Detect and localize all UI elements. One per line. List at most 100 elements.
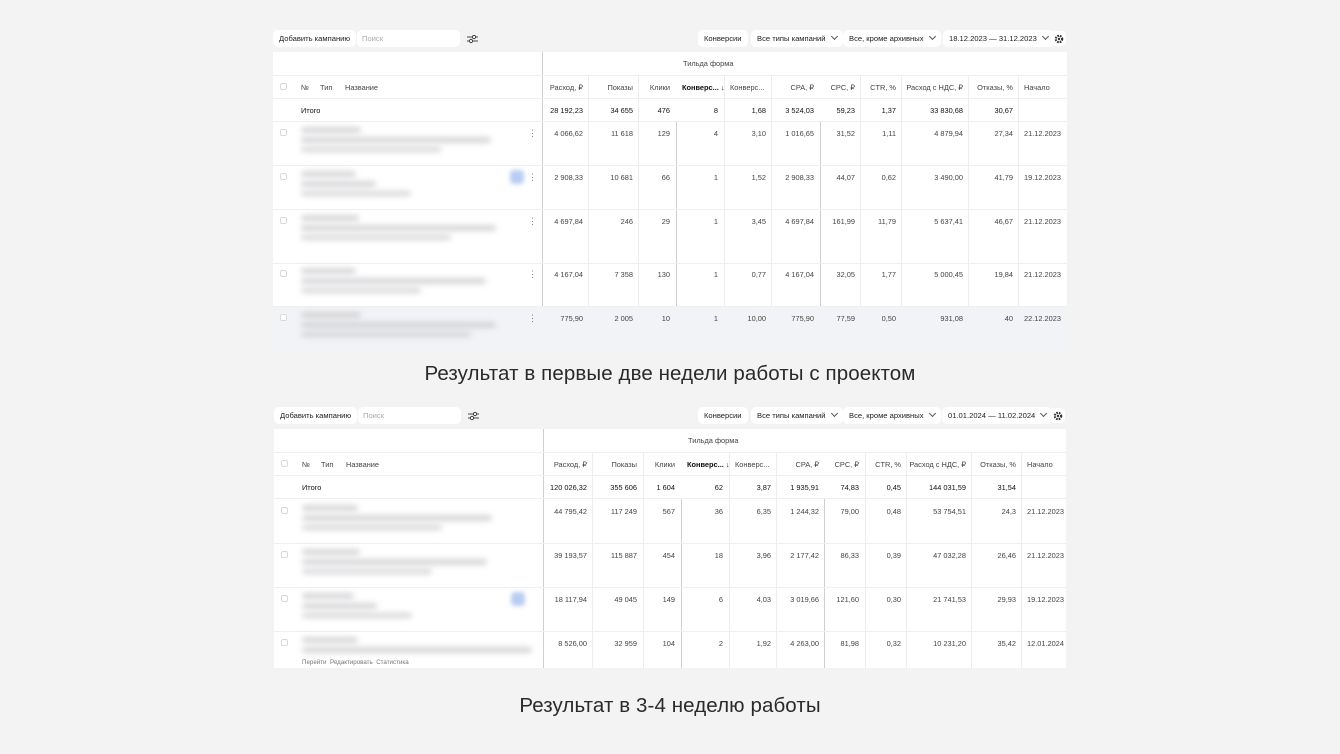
col-header-cpc[interactable]: CPC, ₽ bbox=[818, 83, 855, 92]
row-divider bbox=[273, 209, 1067, 210]
cell-conversions: 1 bbox=[713, 173, 718, 182]
col-header-cpa[interactable]: CPA, ₽ bbox=[773, 460, 819, 469]
cell-clicks: 10 bbox=[661, 314, 670, 323]
total-cell: 62 bbox=[714, 483, 723, 492]
cell-clicks: 149 bbox=[662, 595, 675, 604]
goal-header-label: Тильда форма bbox=[683, 59, 734, 68]
total-cell: 8 bbox=[713, 106, 718, 115]
add-campaign-button[interactable]: Добавить кампанию bbox=[273, 30, 357, 47]
gear-icon[interactable] bbox=[1051, 31, 1066, 46]
cell-start: 19.12.2023 bbox=[1024, 173, 1061, 182]
campaign-name-blurred bbox=[301, 127, 361, 133]
row-checkbox[interactable] bbox=[281, 595, 288, 602]
col-header-conversions[interactable]: Конверс... ↓ bbox=[687, 460, 730, 469]
row-checkbox[interactable] bbox=[281, 639, 288, 646]
row-divider bbox=[273, 121, 1067, 122]
col-header-no[interactable]: № bbox=[302, 460, 310, 469]
cell-cpa: 4 263,00 bbox=[790, 639, 819, 648]
col-header-spend-vat[interactable]: Расход с НДС, ₽ bbox=[901, 83, 963, 92]
campaign-name-blurred bbox=[302, 603, 377, 609]
goal-header-row: Тильда форма bbox=[274, 436, 1066, 450]
cell-bounce: 29,93 bbox=[997, 595, 1017, 604]
col-header-clicks[interactable]: Клики bbox=[633, 83, 670, 92]
row-checkbox[interactable] bbox=[281, 507, 288, 514]
archive-filter-select[interactable]: Все, кроме архивных bbox=[843, 30, 941, 47]
campaign-name-blurred bbox=[301, 322, 496, 328]
col-header-conversions[interactable]: Конверс... ↓ bbox=[682, 83, 725, 92]
archive-filter-label: Все, кроме архивных bbox=[849, 411, 924, 420]
filter-settings-icon[interactable] bbox=[466, 408, 481, 423]
col-header-type[interactable]: Тип bbox=[321, 460, 333, 469]
total-cell: 144 031,59 bbox=[929, 483, 966, 492]
gear-icon[interactable] bbox=[1050, 408, 1065, 423]
col-header-cpc[interactable]: CPC, ₽ bbox=[822, 460, 859, 469]
cell-spend-vat: 10 231,20 bbox=[933, 639, 966, 648]
cell-spend-vat: 21 741,53 bbox=[933, 595, 966, 604]
row-divider bbox=[273, 263, 1067, 264]
col-header-impressions[interactable]: Показы bbox=[585, 83, 633, 92]
row-checkbox[interactable] bbox=[280, 217, 287, 224]
cell-conversion-rate: 3,10 bbox=[751, 129, 766, 138]
col-header-conversion-rate[interactable]: Конверс... bbox=[735, 460, 769, 469]
col-header-type[interactable]: Тип bbox=[320, 83, 332, 92]
col-header-ctr[interactable]: CTR, % bbox=[863, 460, 901, 469]
cell-conversion-rate: 4,03 bbox=[756, 595, 771, 604]
campaign-name-blurred bbox=[302, 593, 354, 599]
cell-clicks: 454 bbox=[662, 551, 675, 560]
row-checkbox[interactable] bbox=[280, 270, 287, 277]
row-checkbox[interactable] bbox=[280, 173, 287, 180]
col-header-ctr[interactable]: CTR, % bbox=[858, 83, 896, 92]
col-header-no[interactable]: № bbox=[301, 83, 309, 92]
add-campaign-button[interactable]: Добавить кампанию bbox=[274, 407, 358, 424]
col-header-bounce[interactable]: Отказы, % bbox=[971, 460, 1016, 469]
conversions-button[interactable]: Конверсии bbox=[698, 30, 748, 47]
filter-settings-icon[interactable] bbox=[465, 31, 480, 46]
search-input[interactable]: Поиск bbox=[357, 30, 460, 47]
col-header-clicks[interactable]: Клики bbox=[638, 460, 675, 469]
cell-impressions: 2 005 bbox=[614, 314, 634, 323]
edit-link[interactable]: Редактировать bbox=[330, 659, 373, 666]
cell-ctr: 0,48 bbox=[886, 507, 901, 516]
archive-filter-select[interactable]: Все, кроме архивных bbox=[843, 407, 941, 424]
col-header-name[interactable]: Название bbox=[346, 460, 379, 469]
select-all-checkbox[interactable] bbox=[281, 460, 288, 467]
search-input[interactable]: Поиск bbox=[358, 407, 461, 424]
cell-clicks: 129 bbox=[657, 129, 670, 138]
col-header-bounce[interactable]: Отказы, % bbox=[968, 83, 1013, 92]
cell-spend: 4 066,62 bbox=[554, 129, 583, 138]
row-checkbox[interactable] bbox=[280, 129, 287, 136]
campaign-types-select[interactable]: Все типы кампаний bbox=[751, 30, 843, 47]
conversions-button[interactable]: Конверсии bbox=[698, 407, 748, 424]
col-header-spend-vat[interactable]: Расход с НДС, ₽ bbox=[904, 460, 966, 469]
statistics-link[interactable]: Статистика bbox=[376, 659, 409, 666]
cell-spend: 775,90 bbox=[560, 314, 583, 323]
col-header-cpa[interactable]: CPA, ₽ bbox=[768, 83, 814, 92]
col-header-start[interactable]: Начало bbox=[1027, 460, 1053, 469]
campaigns-table: Тильда форма № Тип Название Расход, ₽ По… bbox=[273, 52, 1067, 353]
date-range-select[interactable]: 18.12.2023 — 31.12.2023 bbox=[943, 30, 1054, 47]
col-header-conversion-rate[interactable]: Конверс... bbox=[730, 83, 764, 92]
cell-cpc: 31,52 bbox=[836, 129, 856, 138]
col-header-spend[interactable]: Расход, ₽ bbox=[535, 83, 583, 92]
cell-cpc: 86,33 bbox=[840, 551, 860, 560]
campaign-name-blurred bbox=[301, 268, 356, 274]
row-checkbox[interactable] bbox=[281, 551, 288, 558]
cell-spend: 8 526,00 bbox=[558, 639, 587, 648]
col-header-start[interactable]: Начало bbox=[1024, 83, 1050, 92]
date-range-select[interactable]: 01.01.2024 — 11.02.2024 bbox=[942, 407, 1053, 424]
cell-conversion-rate: 6,35 bbox=[756, 507, 771, 516]
col-header-impressions[interactable]: Показы bbox=[589, 460, 637, 469]
cell-cpa: 775,90 bbox=[791, 314, 814, 323]
col-header-spend[interactable]: Расход, ₽ bbox=[539, 460, 587, 469]
open-link[interactable]: Перейти bbox=[302, 659, 327, 666]
campaign-name-blurred bbox=[301, 181, 376, 187]
select-all-checkbox[interactable] bbox=[280, 83, 287, 90]
cell-spend: 18 117,94 bbox=[554, 595, 587, 604]
campaign-name-blurred bbox=[302, 637, 358, 643]
cell-cpa: 1 244,32 bbox=[790, 507, 819, 516]
cell-ctr: 11,79 bbox=[878, 217, 896, 226]
cell-conversions: 4 bbox=[713, 129, 718, 138]
col-header-name[interactable]: Название bbox=[345, 83, 378, 92]
campaign-types-select[interactable]: Все типы кампаний bbox=[751, 407, 843, 424]
row-checkbox[interactable] bbox=[280, 314, 287, 321]
